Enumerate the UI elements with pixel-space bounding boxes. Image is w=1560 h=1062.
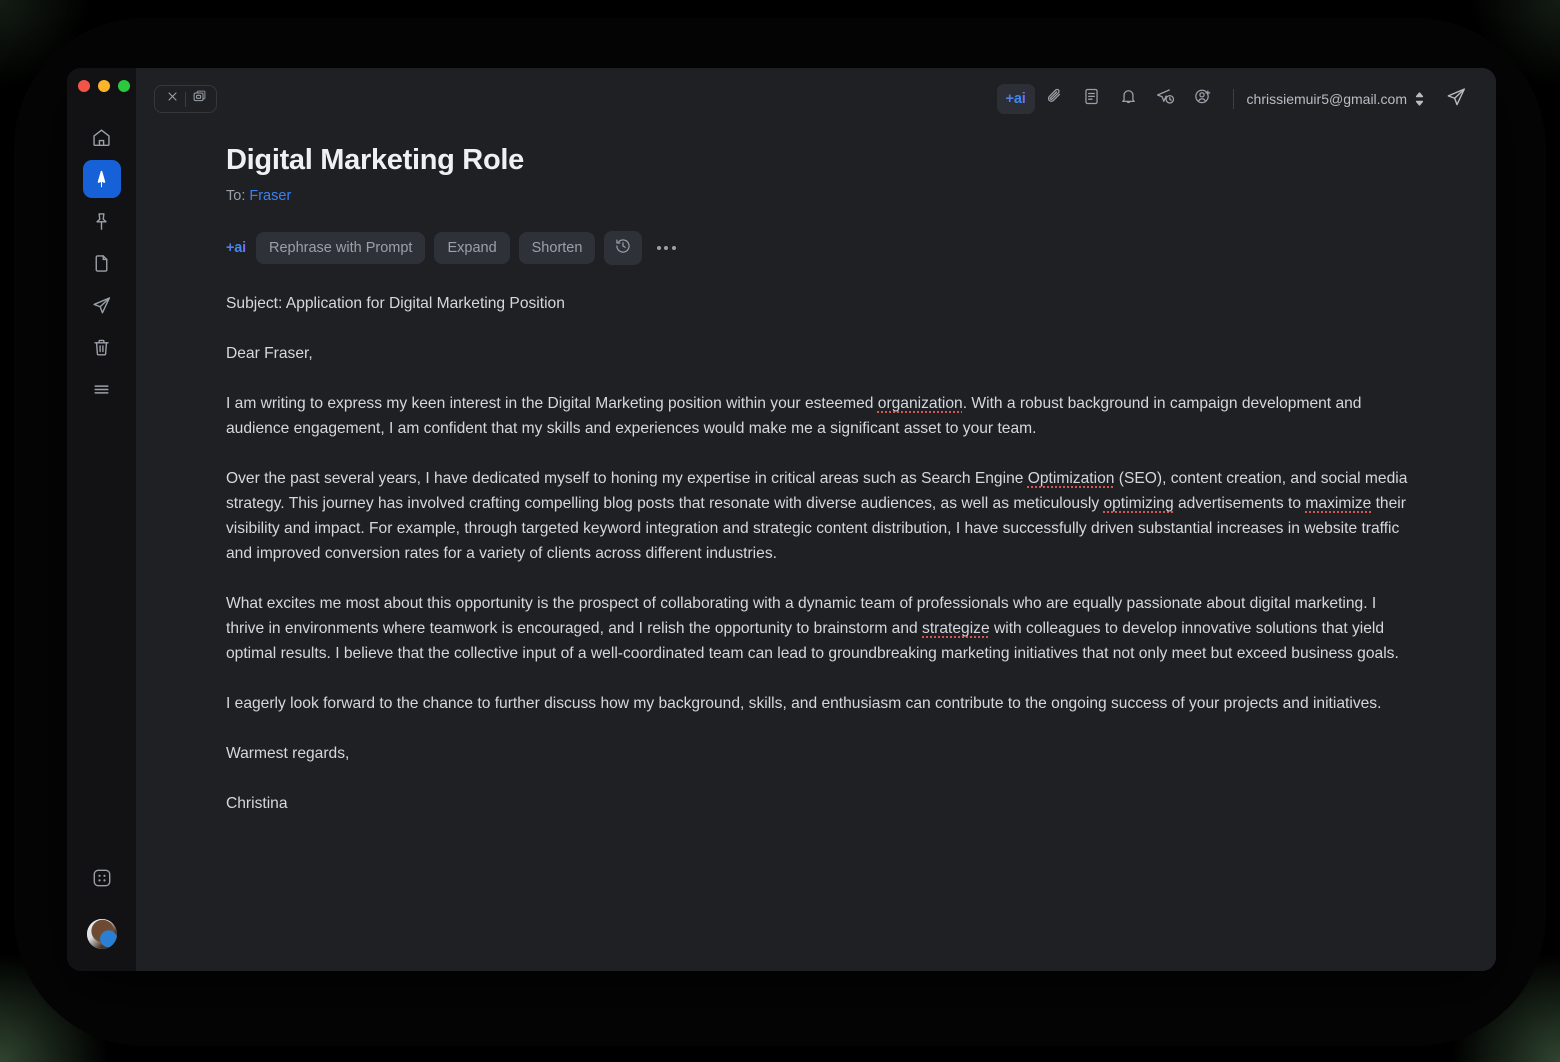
- hamburger-icon: [91, 379, 112, 400]
- body-paragraph-2: Over the past several years, I have dedi…: [226, 470, 1408, 563]
- document-icon: [1082, 87, 1101, 111]
- toolbar-divider: [1232, 89, 1234, 109]
- toolbar-actions: +ai chrissiemuir5@gmail.com: [996, 83, 1474, 115]
- window-restore-icon: [192, 89, 207, 109]
- attach-file-button[interactable]: [1038, 84, 1072, 114]
- close-compose-button[interactable]: [159, 86, 185, 112]
- close-window-button[interactable]: [78, 80, 90, 92]
- ai-badge-icon: +ai: [1005, 91, 1026, 107]
- spellcheck-word: optimizing: [1103, 495, 1174, 513]
- compose-window-controls: [154, 85, 217, 113]
- rephrase-with-prompt-button[interactable]: Rephrase with Prompt: [256, 232, 426, 265]
- zoom-window-button[interactable]: [118, 80, 130, 92]
- home-icon: [91, 127, 112, 148]
- email-body[interactable]: Subject: Application for Digital Marketi…: [226, 291, 1411, 816]
- body-paragraph-3: What excites me most about this opportun…: [226, 595, 1399, 663]
- spellcheck-word: maximize: [1305, 495, 1372, 513]
- body-subject-line: Subject: Application for Digital Marketi…: [226, 291, 1411, 316]
- insert-template-button[interactable]: [1075, 84, 1109, 114]
- send-button[interactable]: [1438, 83, 1474, 115]
- sidebar-item-menu[interactable]: [83, 370, 121, 408]
- compose-toolbar: +ai chrissiemuir5@gmail.com: [136, 68, 1496, 130]
- spellcheck-word: Optimization: [1027, 470, 1115, 488]
- recipient-line: To: Fraser: [226, 188, 1452, 204]
- file-icon: [91, 253, 112, 274]
- ai-history-button[interactable]: [604, 231, 643, 266]
- subject-text: Subject: Application for Digital Marketi…: [226, 295, 565, 313]
- sidebar-item-drafts[interactable]: [83, 244, 121, 282]
- sidebar-item-apps[interactable]: [83, 859, 121, 897]
- ai-more-options-button[interactable]: [651, 231, 681, 265]
- ai-badge-icon: +ai: [226, 240, 246, 257]
- minimize-window-button[interactable]: [98, 80, 110, 92]
- account-selector[interactable]: chrissiemuir5@gmail.com: [1247, 91, 1425, 107]
- paperclip-icon: [1045, 87, 1064, 111]
- page-title[interactable]: Digital Marketing Role: [226, 144, 1452, 177]
- body-paragraph-4: I eagerly look forward to the chance to …: [226, 695, 1382, 713]
- traffic-lights: [78, 80, 130, 92]
- body-signature: Christina: [226, 795, 288, 813]
- screen: +ai chrissiemuir5@gmail.com Digital Mark…: [0, 0, 1560, 1062]
- shorten-button[interactable]: Shorten: [518, 232, 596, 265]
- ai-assist-button[interactable]: +ai: [996, 84, 1035, 114]
- send-icon: [1445, 86, 1467, 113]
- account-email: chrissiemuir5@gmail.com: [1246, 91, 1407, 107]
- recipient-chip[interactable]: Fraser: [249, 188, 291, 204]
- sidebar: [67, 68, 136, 971]
- pin-icon: [91, 211, 112, 232]
- avatar[interactable]: [86, 919, 117, 949]
- sidebar-items: [82, 118, 121, 408]
- paper-plane-filled-icon: [91, 169, 112, 190]
- body-signoff: Warmest regards,: [226, 745, 350, 763]
- more-horizontal-icon: [656, 246, 676, 251]
- send-icon: [91, 295, 112, 316]
- body-paragraph-1: I am writing to express my keen interest…: [226, 395, 1362, 438]
- sidebar-item-compose[interactable]: [82, 160, 121, 198]
- grid-apps-icon: [91, 867, 113, 889]
- close-icon: [166, 90, 179, 108]
- person-add-icon: [1193, 87, 1213, 112]
- spellcheck-word: strategize: [922, 620, 990, 638]
- greeting-text: Dear Fraser,: [226, 345, 313, 363]
- add-recipient-button[interactable]: [1186, 84, 1220, 114]
- body-greeting: Dear Fraser,: [226, 341, 1411, 366]
- chevron-updown-icon: [1414, 91, 1425, 107]
- spellcheck-word: organization: [877, 395, 963, 413]
- expand-button[interactable]: Expand: [434, 232, 510, 265]
- trash-icon: [91, 337, 112, 358]
- sidebar-item-trash[interactable]: [83, 328, 121, 366]
- to-label: To:: [226, 188, 246, 205]
- main-pane: +ai chrissiemuir5@gmail.com Digital Mark…: [136, 68, 1496, 971]
- bell-icon: [1119, 87, 1138, 111]
- sidebar-item-home[interactable]: [83, 118, 121, 156]
- clock-history-icon: [614, 237, 632, 260]
- compose-window: +ai chrissiemuir5@gmail.com Digital Mark…: [67, 68, 1496, 971]
- pop-out-compose-button[interactable]: [186, 86, 212, 112]
- ai-toolbar: +ai Rephrase with Prompt Expand Shorten: [226, 231, 1452, 266]
- compose-area: Digital Marketing Role To: Fraser +ai Re…: [136, 130, 1496, 816]
- send-clock-icon: [1155, 86, 1176, 112]
- sidebar-item-pinned[interactable]: [83, 202, 121, 240]
- reminder-button[interactable]: [1112, 84, 1146, 114]
- sidebar-bottom: [67, 859, 136, 949]
- send-later-button[interactable]: [1149, 84, 1183, 114]
- sidebar-item-sent[interactable]: [83, 286, 121, 324]
